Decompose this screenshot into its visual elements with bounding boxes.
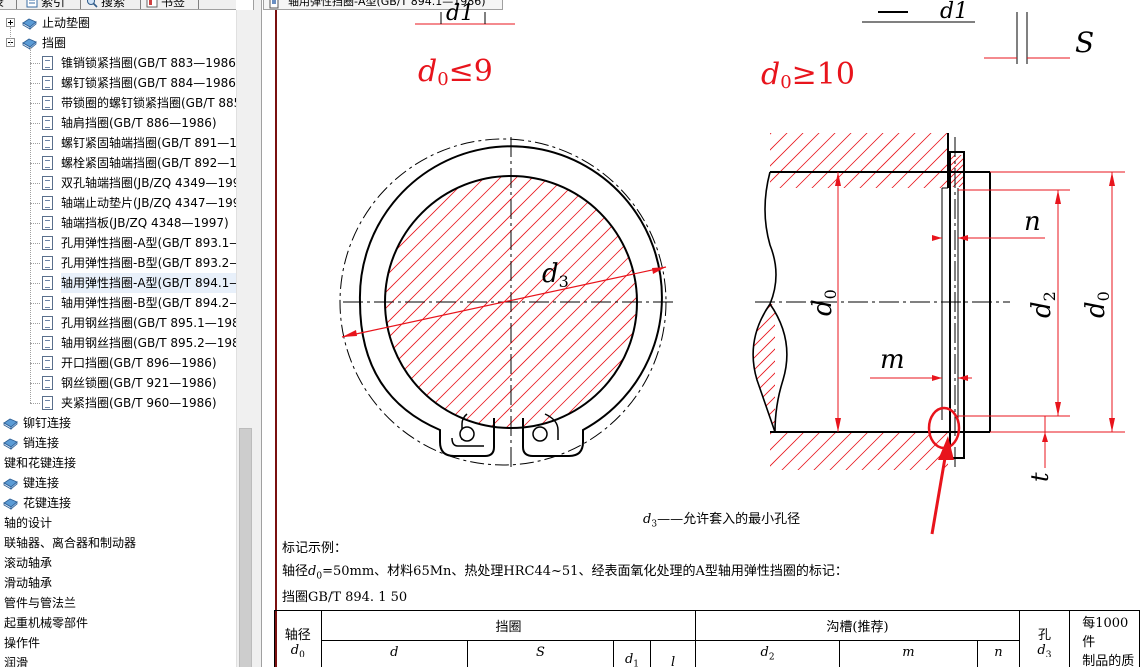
d3-note: d3——允许套入的最小孔径 bbox=[643, 508, 800, 530]
spec-table: 轴径 d0 挡圈 沟槽(推荐) 孔 d3 每1000件 制品的质 d S d1 l d… bbox=[274, 610, 1140, 667]
th-n-symbol: n bbox=[994, 645, 1003, 660]
th-groove: 沟槽(推荐) bbox=[695, 610, 1020, 641]
label-m: m bbox=[880, 345, 905, 375]
highlight-arrow bbox=[930, 451, 948, 535]
th-shaft: 轴径 d0 bbox=[274, 610, 322, 667]
th-d2-symbol: d bbox=[760, 645, 769, 660]
label-d3-sub: 3 bbox=[559, 272, 569, 291]
th-shaft-subscript: 0 bbox=[299, 650, 305, 657]
th-d2-subscript: 2 bbox=[768, 652, 775, 663]
label-d0-right-sub: 0 bbox=[1094, 291, 1113, 301]
label-d1-partial: d1 bbox=[446, 1, 474, 26]
th-n: n bbox=[977, 640, 1020, 667]
condition-right-sub: 0 bbox=[780, 72, 791, 93]
example-description: 轴径d0=50mm、材料65Mn、热处理HRC44~51、经表面氧化处理的A型轴… bbox=[282, 560, 848, 582]
example-pre: 轴径 bbox=[282, 564, 309, 579]
th-hole: 孔 d3 bbox=[1018, 610, 1071, 667]
condition-left-d: d bbox=[418, 54, 437, 89]
th-d1: d1 bbox=[613, 640, 651, 667]
top-partial-label-d1-left: d1 bbox=[415, 1, 515, 26]
label-d0-left-sub: 0 bbox=[821, 289, 840, 299]
th-l: l bbox=[649, 640, 697, 667]
condition-left-rel: ≤9 bbox=[449, 54, 493, 89]
example-title: 标记示例： bbox=[282, 541, 348, 556]
label-d0-left: d0 bbox=[808, 289, 840, 316]
th-m-symbol: m bbox=[902, 645, 915, 660]
section-view: d0 d2 d0 n m t bbox=[752, 133, 1125, 535]
th-s: S bbox=[466, 640, 615, 667]
th-shaft-label: 轴径 bbox=[284, 628, 311, 643]
label-d2: d2 bbox=[1027, 291, 1059, 318]
condition-left-sub: 0 bbox=[437, 69, 448, 90]
th-shaft-symbol: d bbox=[290, 643, 300, 657]
label-d2-sym: d bbox=[1027, 301, 1057, 318]
th-d: d bbox=[320, 640, 468, 667]
label-d3: d3 bbox=[542, 259, 569, 291]
th-m: m bbox=[838, 640, 979, 667]
th-d2: d2 bbox=[695, 640, 840, 667]
th-hole-label: 孔 bbox=[1037, 628, 1051, 643]
label-d3-sym: d bbox=[542, 259, 559, 289]
th-l-symbol: l bbox=[671, 655, 676, 667]
th-d1-subscript: 1 bbox=[633, 660, 640, 667]
label-d0-right-sym: d bbox=[1081, 301, 1111, 318]
label-d1-partial-mid: d1 bbox=[940, 0, 968, 24]
label-s: S bbox=[1075, 26, 1094, 59]
condition-left: d0≤9 bbox=[418, 54, 493, 90]
th-mass: 每1000件制品的质 bbox=[1069, 610, 1140, 667]
label-d2-sub: 2 bbox=[1040, 291, 1059, 301]
top-partial-label-mid: d1 bbox=[862, 0, 975, 24]
th-d-symbol: d bbox=[390, 645, 399, 660]
condition-right-d: d bbox=[761, 57, 780, 92]
example-mark: 挡圈GB/T 894. 1 50 bbox=[282, 590, 408, 605]
shaft-hatch bbox=[385, 176, 637, 428]
condition-right: d0≥10 bbox=[761, 57, 855, 93]
th-hole-subscript: 3 bbox=[1045, 650, 1052, 657]
th-ring: 挡圈 bbox=[320, 610, 697, 641]
th-mass-line1: 每1000件 bbox=[1082, 616, 1129, 650]
th-hole-symbol: d bbox=[1037, 643, 1046, 657]
label-n: n bbox=[1024, 207, 1041, 237]
label-d0-right: d0 bbox=[1081, 291, 1113, 318]
th-s-symbol: S bbox=[536, 645, 545, 660]
label-t: t bbox=[1026, 472, 1054, 482]
dimension-s: S bbox=[984, 12, 1094, 64]
condition-right-rel: ≥10 bbox=[792, 57, 855, 92]
label-d0-left-sym: d bbox=[808, 299, 838, 316]
example-post: =50mm、材料65Mn、热处理HRC44~51、经表面氧化处理的A型轴用弹性挡… bbox=[322, 564, 848, 579]
th-mass-line2: 制品的质 bbox=[1082, 654, 1135, 667]
d3-note-text: ——允许套入的最小孔径 bbox=[657, 512, 801, 527]
